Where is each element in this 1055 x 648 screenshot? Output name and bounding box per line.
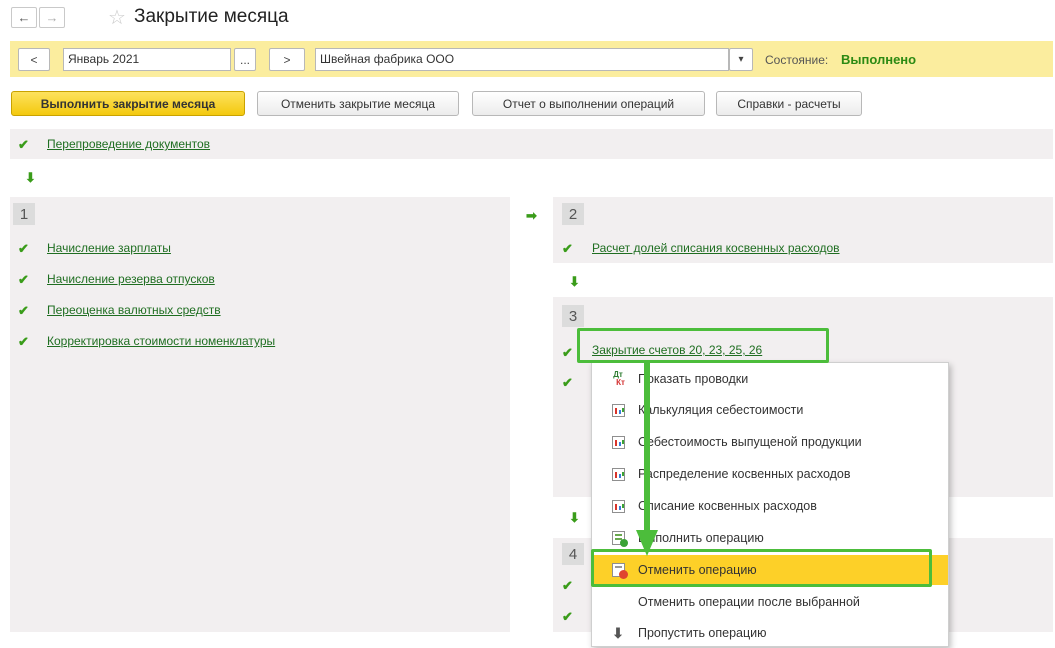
op-vacation-reserve[interactable]: Начисление резерва отпусков bbox=[47, 272, 215, 286]
menu-cancel-after-selected[interactable]: Отменить операции после выбранной bbox=[592, 587, 948, 617]
check-icon: ✔ bbox=[562, 241, 573, 256]
op-cost-adjustment[interactable]: Корректировка стоимости номенклатуры bbox=[47, 334, 275, 348]
cancel-month-close-button[interactable]: Отменить закрытие месяца bbox=[257, 91, 459, 116]
step-number: 3 bbox=[562, 305, 584, 327]
reference-calculations-button[interactable]: Справки - расчеты bbox=[716, 91, 862, 116]
step-1-section bbox=[10, 197, 510, 632]
step-number: 2 bbox=[562, 203, 584, 225]
arrow-down-icon: ⬇ bbox=[569, 274, 580, 289]
op-currency-revaluation[interactable]: Переоценка валютных средств bbox=[47, 303, 221, 317]
favorite-star-icon[interactable]: ☆ bbox=[108, 5, 126, 30]
state-value: Выполнено bbox=[841, 52, 917, 67]
report-icon bbox=[610, 498, 626, 514]
period-picker-button[interactable]: ... bbox=[234, 48, 256, 71]
organization-field[interactable]: Швейная фабрика ООО bbox=[315, 48, 729, 71]
skip-arrow-icon: ⬇ bbox=[612, 624, 624, 641]
op-indirect-cost-shares[interactable]: Расчет долей списания косвенных расходов bbox=[592, 241, 840, 255]
next-period-button[interactable]: > bbox=[269, 48, 305, 71]
annotation-highlight-box bbox=[577, 328, 829, 363]
prev-period-button[interactable]: < bbox=[18, 48, 50, 71]
step-number: 1 bbox=[13, 203, 35, 225]
report-icon bbox=[610, 402, 626, 418]
forward-button[interactable]: → bbox=[39, 7, 65, 28]
check-icon: ✔ bbox=[562, 609, 573, 624]
check-icon: ✔ bbox=[562, 375, 573, 390]
page-title: Закрытие месяца bbox=[134, 6, 289, 27]
arrow-down-icon: ⬇ bbox=[25, 170, 36, 185]
op-reposting-documents[interactable]: Перепроведение документов bbox=[47, 137, 210, 151]
step-number: 4 bbox=[562, 543, 584, 565]
forward-arrow-icon: → bbox=[45, 10, 59, 25]
period-field[interactable]: Январь 2021 bbox=[63, 48, 231, 71]
report-icon bbox=[610, 466, 626, 482]
arrow-right-icon: ➡ bbox=[526, 208, 537, 223]
chevron-down-icon: ▾ bbox=[738, 54, 744, 65]
check-icon: ✔ bbox=[18, 137, 29, 152]
arrow-down-icon: ⬇ bbox=[569, 510, 580, 525]
op-salary-accrual[interactable]: Начисление зарплаты bbox=[47, 241, 171, 255]
check-edit-icon: ✔ bbox=[18, 241, 29, 256]
dt-kt-icon: Дт Кт bbox=[613, 370, 625, 387]
execute-icon bbox=[610, 530, 628, 547]
report-icon bbox=[610, 434, 626, 450]
state-label: Состояние: bbox=[765, 53, 829, 67]
check-icon: ✔ bbox=[562, 345, 573, 360]
check-edit-icon: ✔ bbox=[18, 272, 29, 287]
back-arrow-icon: ← bbox=[17, 10, 31, 25]
organization-dropdown-button[interactable]: ▾ bbox=[729, 48, 753, 71]
back-button[interactable]: ← bbox=[11, 7, 37, 28]
annotation-arrow-icon bbox=[636, 362, 658, 556]
menu-skip-operation[interactable]: ⬇ Пропустить операцию bbox=[592, 618, 948, 648]
check-icon: ✔ bbox=[562, 578, 573, 593]
run-month-close-button[interactable]: Выполнить закрытие месяца bbox=[11, 91, 245, 116]
check-icon: ✔ bbox=[18, 334, 29, 349]
operations-report-button[interactable]: Отчет о выполнении операций bbox=[472, 91, 705, 116]
check-icon: ✔ bbox=[18, 303, 29, 318]
